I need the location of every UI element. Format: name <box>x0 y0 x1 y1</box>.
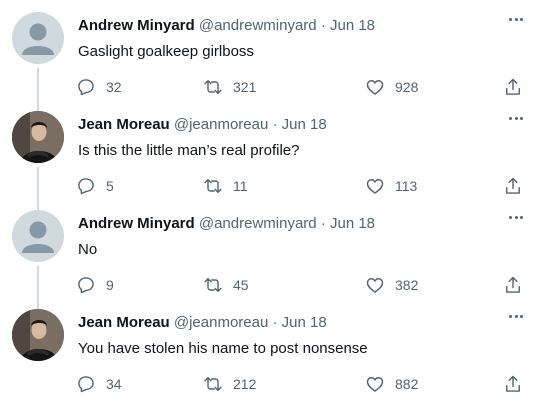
display-name[interactable]: Jean Moreau <box>78 314 170 331</box>
tweet[interactable]: Andrew Minyard @andrewminyard · Jun 18 N… <box>0 198 540 309</box>
reply-count: 5 <box>106 178 114 194</box>
tweet-date[interactable]: Jun 18 <box>282 314 327 331</box>
reply-count: 32 <box>106 79 122 95</box>
reply-button[interactable]: 34 <box>76 373 122 395</box>
handle[interactable]: @andrewminyard <box>199 17 317 34</box>
share-button[interactable] <box>503 274 523 296</box>
reply-button[interactable]: 32 <box>76 76 122 98</box>
avatar[interactable] <box>12 111 64 163</box>
profile-photo-icon <box>12 111 64 163</box>
avatar[interactable] <box>12 309 64 361</box>
display-name[interactable]: Andrew Minyard <box>78 17 195 34</box>
tweet[interactable]: Jean Moreau @jeanmoreau · Jun 18 Is this… <box>0 99 540 210</box>
retweet-icon <box>204 80 222 94</box>
like-button[interactable]: 928 <box>365 76 418 98</box>
share-icon <box>506 177 520 194</box>
tweet-header: Jean Moreau @jeanmoreau · Jun 18 <box>78 313 327 333</box>
more-icon[interactable] <box>506 12 526 28</box>
separator-dot: · <box>320 17 326 34</box>
retweet-icon <box>204 377 222 391</box>
retweet-count: 45 <box>233 277 249 293</box>
tweet-text: You have stolen his name to post nonsens… <box>78 340 368 357</box>
retweet-button[interactable]: 11 <box>203 175 248 197</box>
display-name[interactable]: Andrew Minyard <box>78 215 195 232</box>
like-button[interactable]: 882 <box>365 373 418 395</box>
like-count: 928 <box>395 79 419 95</box>
like-button[interactable]: 113 <box>365 175 417 197</box>
display-name[interactable]: Jean Moreau <box>78 116 170 133</box>
retweet-button[interactable]: 212 <box>203 373 256 395</box>
share-icon <box>506 78 520 95</box>
tweet-text: No <box>78 241 98 258</box>
tweet-date[interactable]: Jun 18 <box>330 17 375 34</box>
tweet[interactable]: Andrew Minyard @andrewminyard · Jun 18 G… <box>0 0 540 111</box>
reply-icon <box>78 376 94 393</box>
share-button[interactable] <box>503 76 523 98</box>
profile-photo-icon <box>12 309 64 361</box>
heart-icon <box>366 278 384 293</box>
handle[interactable]: @jeanmoreau <box>174 314 268 331</box>
separator-dot: · <box>272 314 278 331</box>
reply-count: 9 <box>106 277 114 293</box>
tweet-actions: 5 11 113 <box>0 175 540 197</box>
tweet-date[interactable]: Jun 18 <box>282 116 327 133</box>
reply-icon <box>78 277 94 294</box>
like-button[interactable]: 382 <box>365 274 418 296</box>
tweet-text: Gaslight goalkeep girlboss <box>78 43 254 60</box>
reply-icon <box>78 79 94 96</box>
separator-dot: · <box>272 116 278 133</box>
like-count: 382 <box>395 277 419 293</box>
reply-count: 34 <box>106 376 122 392</box>
share-button[interactable] <box>503 175 523 197</box>
tweet-thread: Andrew Minyard @andrewminyard · Jun 18 G… <box>0 0 540 404</box>
tweet-header: Andrew Minyard @andrewminyard · Jun 18 <box>78 214 375 234</box>
tweet-date[interactable]: Jun 18 <box>330 215 375 232</box>
like-count: 113 <box>395 178 418 194</box>
avatar[interactable] <box>12 210 64 262</box>
reply-button[interactable]: 5 <box>76 175 114 197</box>
tweet-header: Andrew Minyard @andrewminyard · Jun 18 <box>78 16 375 36</box>
default-profile-avatar-icon <box>22 23 54 55</box>
handle[interactable]: @andrewminyard <box>199 215 317 232</box>
share-button[interactable] <box>503 373 523 395</box>
more-icon[interactable] <box>506 210 526 226</box>
reply-button[interactable]: 9 <box>76 274 114 296</box>
retweet-button[interactable]: 45 <box>203 274 249 296</box>
retweet-button[interactable]: 321 <box>203 76 256 98</box>
tweet-actions: 32 321 928 <box>0 76 540 98</box>
retweet-count: 11 <box>233 178 248 194</box>
tweet-text: Is this the little man’s real profile? <box>78 142 300 159</box>
more-icon[interactable] <box>506 309 526 325</box>
retweet-count: 321 <box>233 79 257 95</box>
retweet-icon <box>204 278 222 292</box>
avatar[interactable] <box>12 12 64 64</box>
tweet[interactable]: Jean Moreau @jeanmoreau · Jun 18 You hav… <box>0 297 540 396</box>
like-count: 882 <box>395 376 419 392</box>
handle[interactable]: @jeanmoreau <box>174 116 268 133</box>
tweet-header: Jean Moreau @jeanmoreau · Jun 18 <box>78 115 327 135</box>
more-icon[interactable] <box>506 111 526 127</box>
share-icon <box>506 276 520 293</box>
heart-icon <box>366 179 384 194</box>
tweet-actions: 34 212 882 <box>0 373 540 395</box>
tweet-actions: 9 45 382 <box>0 274 540 296</box>
heart-icon <box>366 80 384 95</box>
heart-icon <box>366 377 384 392</box>
default-profile-avatar-icon <box>22 221 54 253</box>
reply-icon <box>78 178 94 195</box>
separator-dot: · <box>320 215 326 232</box>
retweet-count: 212 <box>233 376 257 392</box>
share-icon <box>506 375 520 392</box>
retweet-icon <box>204 179 222 193</box>
